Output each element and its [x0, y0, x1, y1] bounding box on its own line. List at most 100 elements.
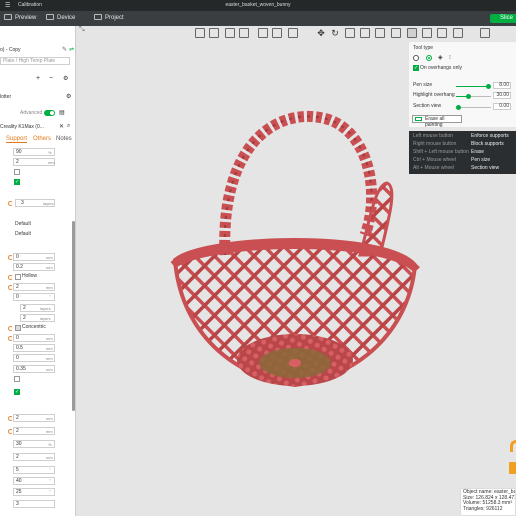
- arrange-icon[interactable]: [239, 28, 249, 38]
- pattern-swatch: [15, 325, 21, 331]
- reset-icon[interactable]: [8, 201, 13, 206]
- top-navbar: Preview Device Project Slice: [0, 11, 516, 26]
- unit-label: mm: [46, 336, 53, 341]
- section-view-slider[interactable]: [456, 105, 491, 110]
- pen-size-slider-fill: [456, 86, 488, 87]
- settings-icon[interactable]: ⚙: [66, 93, 71, 100]
- hint-action: Erase: [471, 149, 485, 155]
- device-icon: [46, 14, 54, 20]
- object-info-panel: Object name: easter_bask Size: 126.824 x…: [460, 488, 516, 516]
- checkbox[interactable]: [14, 376, 20, 382]
- auto-orient-icon[interactable]: [225, 28, 235, 38]
- section-view-value[interactable]: 0.00: [493, 103, 511, 110]
- lay-on-face-icon[interactable]: [360, 28, 370, 38]
- printer-select[interactable]: Creality K1Max (0...: [0, 124, 44, 130]
- layer-view-icon[interactable]: [288, 28, 298, 38]
- hint-action: Section view: [471, 165, 500, 171]
- add-object-icon[interactable]: [195, 28, 205, 38]
- unit-label: mm: [48, 160, 55, 165]
- pattern-swatch: [15, 274, 21, 280]
- unit-label: mm: [46, 429, 53, 434]
- tab-preview[interactable]: Preview: [4, 14, 36, 23]
- unit-label: mm: [46, 285, 53, 290]
- pen-size-slider-knob[interactable]: [486, 84, 491, 89]
- pen-size-slider[interactable]: [456, 84, 491, 89]
- link-icon[interactable]: ⇌: [69, 46, 74, 53]
- tool-sphere-radio[interactable]: [426, 55, 432, 61]
- settings-sidebar: o) - Copy ✎ ⇌ Plate / High Temp Plate + …: [0, 26, 76, 516]
- unit-label: °: [49, 478, 51, 483]
- unit-label: mm: [46, 356, 53, 361]
- unit-label: mm: [46, 346, 53, 351]
- unit-label: mm: [46, 455, 53, 460]
- move-icon[interactable]: ✥: [316, 28, 326, 38]
- gap-fill-icon[interactable]: ⁝: [449, 54, 451, 61]
- support-painting-icon[interactable]: [407, 28, 417, 38]
- split-icon[interactable]: [258, 28, 268, 38]
- unit-label: °: [49, 467, 51, 472]
- remove-icon[interactable]: −: [49, 75, 53, 82]
- highlight-overhang-slider-knob[interactable]: [466, 94, 471, 99]
- on-overhangs-label: On overhangs only: [420, 65, 462, 71]
- highlight-overhang-slider[interactable]: [456, 94, 491, 99]
- viewport-toolbar: ✥ ↻: [195, 27, 495, 39]
- support-type-select[interactable]: Default: [13, 221, 55, 229]
- unit-label: mm: [46, 265, 53, 270]
- title-bar: ☰ Calibration easter_basket_woven_bunny: [0, 0, 516, 11]
- hint-action: Pen size: [471, 157, 491, 163]
- edit-icon[interactable]: ✎: [62, 46, 67, 53]
- close-icon[interactable]: ✕: [59, 123, 64, 130]
- unit-label: mm: [46, 416, 53, 421]
- highlight-overhang-value[interactable]: 30.00: [493, 92, 511, 99]
- fill-icon[interactable]: ◈: [438, 54, 443, 61]
- seam-painting-icon[interactable]: [422, 28, 432, 38]
- gear-icon[interactable]: ⚙: [63, 75, 68, 82]
- cut-icon[interactable]: [375, 28, 385, 38]
- basket-model[interactable]: [165, 105, 425, 405]
- pen-size-label: Pen size: [413, 82, 433, 88]
- section-view-slider-knob[interactable]: [456, 105, 461, 110]
- advanced-label: Advanced: [20, 110, 43, 116]
- shortcut-hints: Left mouse button Enforce supports Right…: [409, 131, 516, 174]
- unit-label: %: [48, 150, 52, 155]
- tab-notes[interactable]: Notes: [56, 136, 72, 142]
- checkbox-checked[interactable]: ✓: [14, 389, 20, 395]
- search-icon[interactable]: ⌕: [67, 123, 70, 130]
- checkbox[interactable]: [14, 169, 20, 175]
- mesh-boolean-icon[interactable]: [391, 28, 401, 38]
- tab-support[interactable]: Support: [6, 136, 28, 143]
- assembly-icon[interactable]: [480, 28, 490, 38]
- color-painting-icon[interactable]: [437, 28, 447, 38]
- on-overhangs-checkbox[interactable]: ✓: [413, 65, 419, 71]
- tree-wall-count-field[interactable]: 3: [13, 500, 55, 508]
- split-parts-icon[interactable]: [272, 28, 282, 38]
- tool-circle-radio[interactable]: [413, 55, 419, 61]
- list-view-icon[interactable]: ▤: [59, 109, 65, 116]
- scale-icon[interactable]: [345, 28, 355, 38]
- unit-label: layers: [43, 201, 54, 206]
- plate-type-select[interactable]: Plate / High Temp Plate: [0, 57, 70, 65]
- text-icon[interactable]: [453, 28, 463, 38]
- add-icon[interactable]: +: [36, 75, 40, 82]
- unit-label: mm: [46, 255, 53, 260]
- unit-label: layers: [40, 306, 51, 311]
- nozzle-label: lotter: [0, 94, 12, 100]
- profile-name[interactable]: o) - Copy: [0, 47, 21, 53]
- unit-label: °: [49, 489, 51, 494]
- tab-project[interactable]: Project: [94, 14, 124, 23]
- collapse-sidebar-icon[interactable]: ⤡: [79, 26, 85, 34]
- tab-others[interactable]: Others: [33, 136, 51, 142]
- warning-icon[interactable]: [508, 440, 516, 476]
- advanced-toggle[interactable]: [44, 110, 55, 116]
- sidebar-scrollbar[interactable]: [72, 221, 75, 411]
- rotate-icon[interactable]: ↻: [330, 28, 340, 38]
- support-style-select[interactable]: Default: [13, 231, 55, 239]
- checkbox-checked[interactable]: ✓: [14, 179, 20, 185]
- highlight-overhang-label: Highlight overhang: [413, 92, 455, 98]
- settings-tabs: Support Others Notes: [0, 135, 75, 145]
- add-plate-icon[interactable]: [209, 28, 219, 38]
- tab-device[interactable]: Device: [46, 14, 75, 23]
- slice-button[interactable]: Slice: [490, 14, 516, 23]
- pen-size-value[interactable]: 8.00: [493, 82, 511, 89]
- project-icon: [94, 14, 102, 20]
